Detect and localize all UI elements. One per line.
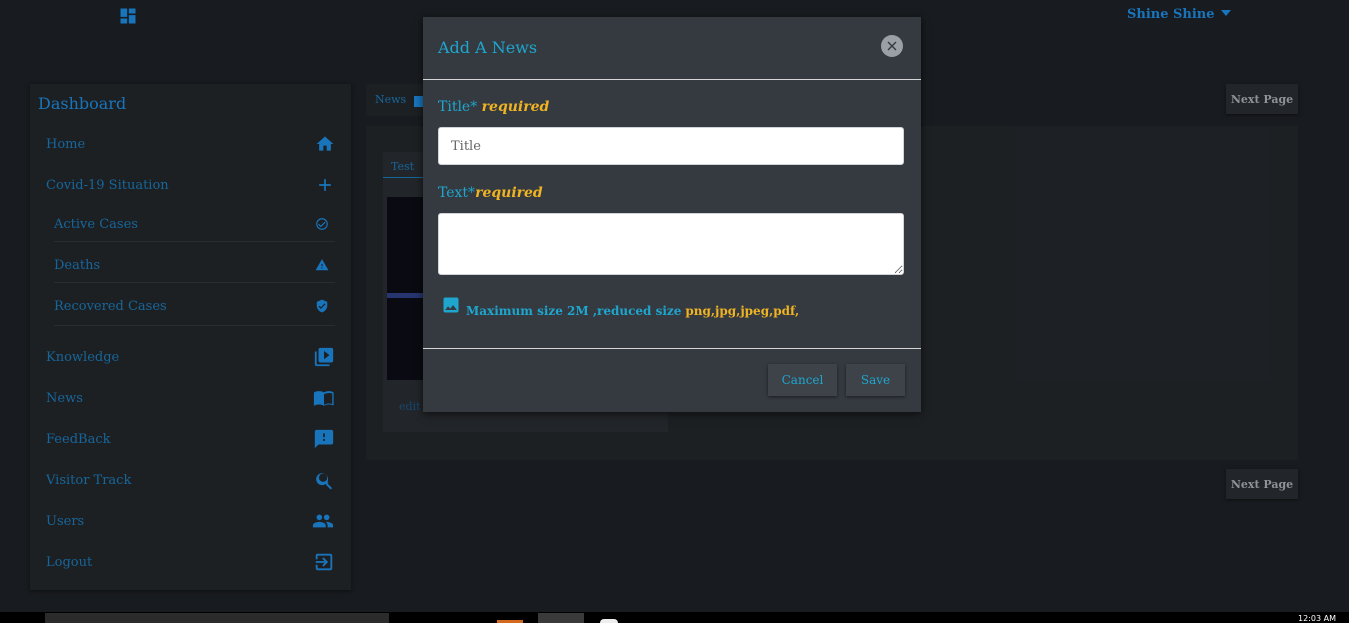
title-label-text: Title* xyxy=(438,99,478,115)
modal-title: Add A News xyxy=(438,38,538,57)
taskbar-search[interactable] xyxy=(45,613,389,623)
text-label-text: Text* xyxy=(438,185,476,201)
cancel-button[interactable]: Cancel xyxy=(768,364,837,396)
title-input[interactable] xyxy=(438,127,904,165)
allowed-file-types: png,jpg,jpeg,pdf, xyxy=(685,304,800,318)
modal-header: Add A News xyxy=(423,17,921,80)
upload-hint: Maximum size 2M ,reduced size png,jpg,jpe… xyxy=(466,304,799,318)
os-taskbar: 12:03 AM xyxy=(0,612,1349,623)
taskbar-app-icon[interactable] xyxy=(538,613,584,623)
taskbar-app-icon[interactable] xyxy=(600,619,618,623)
add-news-modal: Add A News Title* required Text*required… xyxy=(423,17,921,412)
title-field-label: Title* required xyxy=(438,99,549,115)
modal-footer-divider xyxy=(423,348,921,349)
image-upload-icon[interactable] xyxy=(441,295,461,315)
required-indicator: required xyxy=(481,99,550,115)
text-field-label: Text*required xyxy=(438,185,543,201)
text-input[interactable] xyxy=(438,213,904,275)
close-button[interactable] xyxy=(881,35,903,57)
upload-hint-text: Maximum size 2M ,reduced size xyxy=(466,304,682,318)
close-icon xyxy=(887,41,897,51)
save-button[interactable]: Save xyxy=(846,364,905,396)
taskbar-clock[interactable]: 12:03 AM xyxy=(1298,614,1336,623)
required-indicator: required xyxy=(475,185,543,201)
